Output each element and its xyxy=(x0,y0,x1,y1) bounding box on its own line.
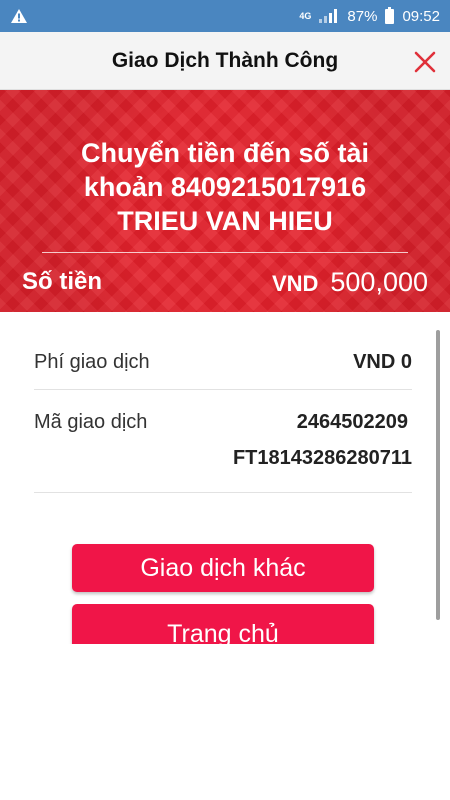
clock: 09:52 xyxy=(402,7,440,25)
transaction-code-row: Mã giao dịch 2464502209 FT18143286280711 xyxy=(34,390,412,493)
battery-icon xyxy=(385,6,395,24)
transfer-line-1: Chuyển tiền đến số tài xyxy=(80,138,370,168)
battery-percent: 87% xyxy=(347,7,378,25)
close-icon[interactable] xyxy=(412,49,438,75)
header-bar: Giao Dịch Thành Công xyxy=(0,32,450,90)
other-transaction-button[interactable]: Giao dịch khác xyxy=(72,544,374,592)
fee-value: VND 0 xyxy=(353,351,412,373)
transfer-description: Chuyển tiền đến số tài khoản 84092150179… xyxy=(20,136,430,238)
transaction-code-line-2: FT18143286280711 xyxy=(232,447,412,469)
status-bar: 4G 87% 09:52 xyxy=(0,0,450,32)
amount-number: 500,000 xyxy=(330,266,428,297)
warning-icon xyxy=(10,8,28,24)
amount-value: VND 500,000 xyxy=(272,267,428,298)
home-button[interactable]: Trang chủ xyxy=(72,604,374,644)
transaction-code-value: 2464502209 FT18143286280711 xyxy=(233,404,412,476)
scrollbar[interactable] xyxy=(436,330,440,620)
signal-icon xyxy=(319,9,338,23)
fee-row: Phí giao dịch VND 0 xyxy=(34,336,412,390)
amount-currency: VND xyxy=(271,270,319,296)
transfer-line-2: khoản 8409215017916 xyxy=(83,172,367,202)
banner-divider xyxy=(42,252,408,253)
network-type: 4G xyxy=(299,10,312,21)
amount-row: Số tiền VND 500,000 xyxy=(22,262,428,302)
transaction-code-line-1: 2464502209 xyxy=(296,411,408,433)
fee-label: Phí giao dịch xyxy=(34,351,150,373)
transaction-code-label: Mã giao dịch xyxy=(34,411,148,433)
recipient-name: TRIEU VAN HIEU xyxy=(117,206,333,236)
home-button-clip: Trang chủ xyxy=(0,604,450,644)
transaction-details: Phí giao dịch VND 0 Mã giao dịch 2464502… xyxy=(34,336,412,493)
page-title: Giao Dịch Thành Công xyxy=(111,48,339,72)
transfer-summary-banner: Chuyển tiền đến số tài khoản 84092150179… xyxy=(0,90,450,312)
amount-label: Số tiền xyxy=(22,268,103,295)
